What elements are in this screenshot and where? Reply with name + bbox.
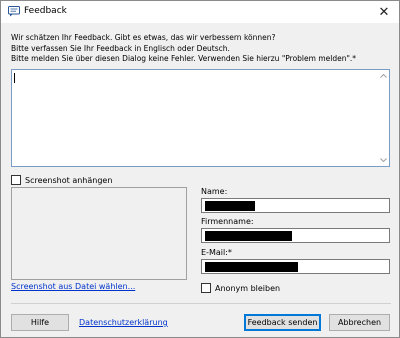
footer-separator	[11, 303, 391, 304]
help-button[interactable]: Hilfe	[11, 314, 69, 331]
feedback-textarea[interactable]	[11, 69, 390, 167]
screenshot-from-file-link[interactable]: Screenshot aus Datei wählen...	[11, 282, 135, 291]
feedback-app-icon	[8, 6, 20, 17]
privacy-policy-link[interactable]: Datenschutzerklärung	[79, 318, 168, 327]
intro-line-1: Wir schätzen Ihr Feedback. Gibt es etwas…	[11, 33, 276, 42]
close-icon: ✕	[378, 4, 390, 20]
name-input[interactable]	[201, 198, 390, 213]
send-feedback-button[interactable]: Feedback senden	[244, 314, 321, 331]
help-button-label: Hilfe	[30, 318, 50, 327]
cancel-button-label: Abbrechen	[337, 318, 382, 327]
scroll-down-arrow-icon[interactable]	[377, 154, 389, 166]
company-input[interactable]	[201, 228, 390, 243]
text-caret	[14, 73, 15, 83]
redacted-email	[205, 262, 298, 272]
redacted-name	[205, 201, 255, 211]
anonymous-label: Anonym bleiben	[215, 283, 281, 293]
screenshot-preview	[11, 187, 187, 280]
close-button[interactable]: ✕	[369, 1, 399, 23]
feedback-scrollbar[interactable]	[376, 70, 389, 166]
company-label: Firmenname:	[201, 217, 254, 226]
attach-screenshot-box[interactable]	[11, 175, 21, 185]
feedback-dialog: Feedback ✕ Wir schätzen Ihr Feedback. Gi…	[0, 0, 400, 338]
anonymous-box[interactable]	[201, 283, 211, 293]
title-bar: Feedback ✕	[1, 1, 399, 23]
cancel-button[interactable]: Abbrechen	[329, 314, 390, 331]
attach-screenshot-checkbox[interactable]: Screenshot anhängen	[11, 175, 112, 185]
intro-line-2: Bitte verfassen Sie Ihr Feedback in Engl…	[11, 43, 230, 53]
intro-line-3: Bitte melden Sie über diesen Dialog kein…	[11, 54, 357, 63]
window-title: Feedback	[24, 6, 67, 16]
redacted-company	[205, 231, 292, 241]
intro-text: Wir schätzen Ihr Feedback. Gibt es etwas…	[11, 33, 391, 65]
anonymous-checkbox[interactable]: Anonym bleiben	[201, 283, 280, 293]
email-label: E-Mail:*	[201, 248, 232, 257]
name-label: Name:	[201, 187, 228, 196]
scroll-up-arrow-icon[interactable]	[377, 70, 389, 82]
email-input[interactable]	[201, 259, 390, 274]
attach-screenshot-label: Screenshot anhängen	[25, 175, 113, 185]
send-feedback-label: Feedback senden	[247, 318, 318, 327]
